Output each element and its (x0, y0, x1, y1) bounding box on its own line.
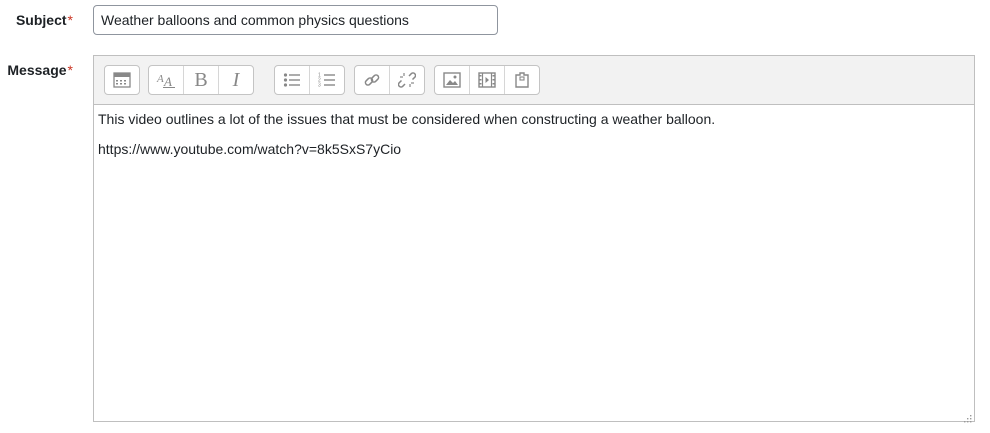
editor-toolbar: AA B I 123 (94, 56, 974, 105)
ordered-list-icon: 123 (318, 72, 336, 88)
svg-text:A: A (163, 74, 172, 89)
unordered-list-button[interactable] (275, 66, 310, 94)
content-paragraph: This video outlines a lot of the issues … (98, 111, 716, 127)
message-editor: AA B I 123 This video outlines a lot of … (93, 55, 975, 423)
insert-media-button[interactable] (470, 66, 505, 94)
unlink-icon (398, 71, 416, 89)
collapse-toolbar-button[interactable] (105, 66, 139, 94)
toolbar-group-list: 123 (274, 65, 345, 95)
media-icon (478, 72, 496, 88)
toolbar-group-files (434, 65, 540, 95)
content-url: https://www.youtube.com/watch?v=8k5SxS7y… (98, 141, 402, 157)
required-marker: * (67, 12, 73, 28)
message-label-text: Message (7, 62, 67, 78)
toolbar-group-links (354, 65, 425, 95)
svg-text:3: 3 (318, 83, 321, 89)
subject-input[interactable] (93, 5, 498, 35)
subject-label: Subject* (0, 12, 73, 28)
italic-button[interactable]: I (219, 66, 253, 94)
unlink-button[interactable] (390, 66, 424, 94)
ordered-list-button[interactable]: 123 (310, 66, 344, 94)
bold-button[interactable]: B (184, 66, 219, 94)
link-button[interactable] (355, 66, 390, 94)
font-style-button[interactable]: AA (149, 66, 184, 94)
subject-label-text: Subject (15, 12, 67, 28)
editor-content[interactable]: This video outlines a lot of the issues … (94, 105, 974, 421)
svg-text:A: A (156, 73, 164, 85)
toolbar-group-style: AA B I (148, 65, 254, 95)
required-marker: * (67, 62, 73, 78)
message-label: Message* (0, 62, 73, 78)
link-icon (363, 71, 381, 89)
image-icon (443, 72, 461, 88)
font-style-icon: AA (156, 71, 176, 89)
resize-handle-icon[interactable] (963, 410, 972, 423)
manage-files-icon (513, 71, 531, 89)
unordered-list-icon (283, 72, 301, 88)
italic-icon: I (232, 68, 240, 91)
bold-icon: B (194, 68, 208, 91)
collapse-toolbar-icon (113, 72, 131, 88)
toolbar-group-collapse (104, 65, 140, 95)
manage-files-button[interactable] (505, 66, 539, 94)
insert-image-button[interactable] (435, 66, 470, 94)
